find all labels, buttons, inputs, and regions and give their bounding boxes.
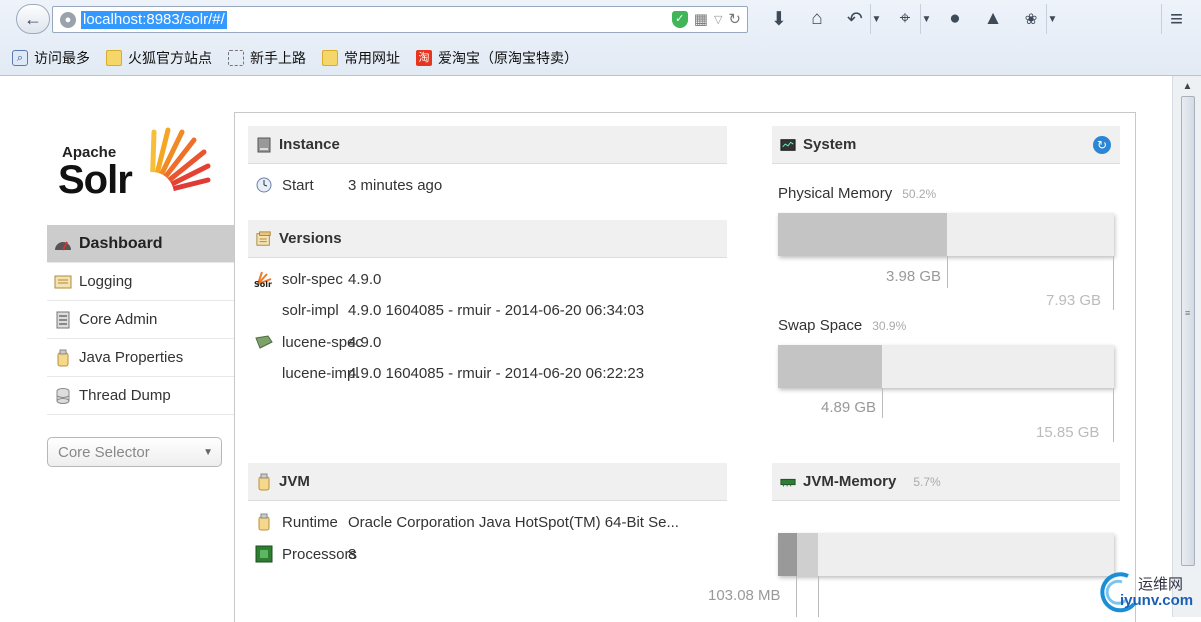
version-row: Solr solr-spec 4.9.0 — [254, 270, 382, 289]
taobao-icon: 淘 — [416, 50, 432, 66]
shield-icon[interactable]: ✓ — [671, 10, 688, 28]
folder-icon — [322, 50, 338, 66]
menu-icon[interactable]: ≡ — [1161, 4, 1191, 34]
swap-space-bar — [778, 345, 1114, 388]
svg-text:Solr: Solr — [254, 280, 272, 288]
jvm-memory-header: JVM-Memory 5.7% — [772, 463, 1120, 501]
versions-icon — [256, 230, 272, 247]
java-icon — [256, 473, 272, 490]
swap-space-total-label: 15.85 GB — [1036, 424, 1100, 441]
memory-chip-icon — [780, 474, 796, 490]
jvm-memory-bar — [778, 533, 1114, 576]
versions-header: Versions — [248, 220, 727, 258]
sidebar-item-dashboard[interactable]: Dashboard — [47, 225, 234, 263]
sidebar-nav: Dashboard Logging Core Admin Java Proper… — [47, 225, 234, 415]
solr-logo[interactable]: Apache Solr — [52, 124, 214, 204]
bug-icon[interactable]: ❀ — [1012, 4, 1050, 34]
home-icon[interactable]: ⌂ — [798, 4, 836, 34]
bookmark-firefox-site[interactable]: 火狐官方站点 — [106, 48, 212, 68]
instance-start-row: Start 3 minutes ago — [254, 176, 442, 194]
physical-memory-used-label: 3.98 GB — [886, 268, 942, 285]
user-icon[interactable]: ▲ — [974, 4, 1012, 34]
server-icon — [256, 137, 272, 153]
version-row: lucene-spec 4.9.0 — [254, 333, 381, 351]
cpu-icon — [254, 545, 274, 563]
chat-icon[interactable]: ● — [936, 4, 974, 34]
thread-dump-icon — [53, 387, 73, 405]
dashboard-icon — [53, 235, 73, 253]
url-bar[interactable]: ● localhost:8983/solr/#/ ✓ ▦ ▽ ↻ — [52, 6, 748, 33]
search-bookmark-icon: ⌕ — [12, 50, 28, 66]
bookmark-getting-started[interactable]: 新手上路 — [228, 48, 306, 68]
qr-code-icon[interactable]: ▦ — [694, 10, 708, 28]
instance-header: Instance — [248, 126, 727, 164]
download-icon[interactable]: ⬇ — [760, 4, 798, 34]
system-header: System — [772, 126, 1120, 164]
physical-memory-bar — [778, 213, 1114, 256]
reload-icon[interactable]: ↻ — [728, 10, 741, 28]
swap-space-title: Swap Space 30.9% — [778, 317, 907, 334]
java-icon — [53, 349, 73, 367]
bookmark-taobao[interactable]: 淘爱淘宝（原淘宝特卖） — [416, 48, 578, 68]
sidebar-item-logging[interactable]: Logging — [47, 263, 234, 301]
crop-dropdown-icon[interactable]: ▼ — [920, 4, 932, 34]
core-selector-dropdown[interactable]: Core Selector ▼ — [47, 437, 222, 467]
iyunv-watermark: 运维网 iyunv.com — [1098, 570, 1198, 614]
clock-icon — [254, 176, 274, 194]
java-icon — [254, 513, 274, 531]
physical-memory-total-label: 7.93 GB — [1046, 292, 1102, 309]
solr-sun-icon — [132, 127, 211, 204]
scrollbar-thumb[interactable]: ≡ — [1181, 96, 1195, 566]
back-arrow-icon: ← — [24, 8, 42, 29]
bookmark-most-visited[interactable]: ⌕ 访问最多 — [12, 48, 90, 68]
dashed-page-icon — [228, 50, 244, 66]
refresh-icon[interactable]: ↻ — [1093, 136, 1111, 154]
toolbar: ⬇ ⌂ ↶ ▼ ⌖ ▼ ● ▲ ❀ ▼ — [760, 4, 1062, 34]
bookmark-common-sites[interactable]: 常用网址 — [322, 48, 400, 68]
core-admin-icon — [53, 311, 73, 329]
bookmarks-bar: ⌕ 访问最多 火狐官方站点 新手上路 常用网址 淘爱淘宝（原淘宝特卖） — [12, 48, 578, 68]
jvm-memory-committed-bar — [797, 533, 818, 576]
chevron-down-icon: ▼ — [203, 447, 213, 458]
undo-icon[interactable]: ↶ — [836, 4, 874, 34]
swap-space-used-bar — [778, 345, 882, 388]
jvm-header: JVM — [248, 463, 727, 501]
folder-icon — [106, 50, 122, 66]
sidebar-item-core-admin[interactable]: Core Admin — [47, 301, 234, 339]
version-row: solr-impl 4.9.0 1604085 - rmuir - 2014-0… — [282, 301, 645, 319]
browser-chrome: ← ● localhost:8983/solr/#/ ✓ ▦ ▽ ↻ ⬇ ⌂ ↶… — [0, 0, 1201, 76]
jvm-processors-row: Processors 8 — [254, 545, 357, 563]
jvm-memory-used-bar — [778, 533, 797, 576]
crop-icon[interactable]: ⌖ — [886, 4, 924, 34]
bug-dropdown-icon[interactable]: ▼ — [1046, 4, 1058, 34]
globe-icon: ● — [60, 12, 76, 28]
physical-memory-title: Physical Memory 50.2% — [778, 185, 937, 202]
physical-memory-used-bar — [778, 213, 947, 256]
url-text[interactable]: localhost:8983/solr/#/ — [81, 11, 227, 29]
undo-dropdown-icon[interactable]: ▼ — [870, 4, 882, 34]
vertical-scrollbar[interactable]: ▲ ≡ — [1172, 76, 1201, 617]
jvm-runtime-row: Runtime Oracle Corporation Java HotSpot(… — [254, 513, 679, 531]
sidebar-item-thread-dump[interactable]: Thread Dump — [47, 377, 234, 415]
scroll-up-arrow-icon[interactable]: ▲ — [1173, 76, 1201, 96]
solr-small-icon: Solr — [254, 270, 274, 288]
back-button[interactable]: ← — [16, 4, 50, 34]
sidebar-item-java-properties[interactable]: Java Properties — [47, 339, 234, 377]
swap-space-used-label: 4.89 GB — [821, 399, 877, 416]
monitor-icon — [780, 137, 796, 153]
jvm-memory-used-label: 103.08 MB — [708, 587, 781, 604]
logging-icon — [53, 273, 73, 291]
lucene-icon — [254, 333, 274, 351]
version-row: lucene-impl 4.9.0 1604085 - rmuir - 2014… — [282, 364, 645, 382]
dropdown-triangle-icon[interactable]: ▽ — [714, 13, 722, 26]
